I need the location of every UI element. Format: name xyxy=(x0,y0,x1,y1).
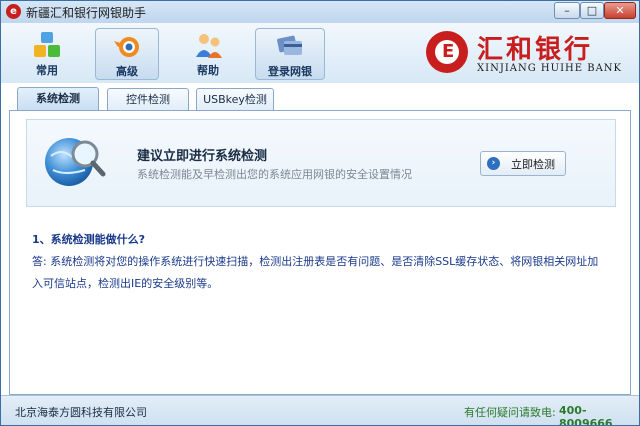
globe-magnifier-icon xyxy=(45,138,106,186)
tab-usbkey-check[interactable]: USBkey检测 xyxy=(196,88,274,110)
toolbar-label: 常用 xyxy=(36,64,58,77)
toolbar-label: 帮助 xyxy=(197,64,219,77)
blocks-icon xyxy=(34,32,60,57)
card-description: 系统检测能及早检测出您的系统应用网银的安全设置情况 xyxy=(137,168,412,181)
faq-answer: 答: 系统检测将对您的操作系统进行快速扫描，检测出注册表是否有问题、是否清除SS… xyxy=(32,255,599,290)
chevron-right-icon: › xyxy=(487,157,500,170)
card-title: 建议立即进行系统检测 xyxy=(137,149,268,164)
bank-name-cn: 汇和银行 xyxy=(477,35,594,65)
app-logo-icon: e xyxy=(6,4,21,19)
hotline-label: 有任何疑问请致电: xyxy=(464,406,556,419)
faq-question: 1、系统检测能做什么? xyxy=(32,233,146,246)
toolbar-help-button[interactable]: 帮助 xyxy=(176,28,240,80)
app-window: e 新疆汇和银行网银助手 – □ ✕ 常用 高级 帮助 登录网银 E 汇和银行 … xyxy=(0,0,640,426)
toolbar-advanced-button[interactable]: 高级 xyxy=(95,28,159,80)
minimize-button[interactable]: – xyxy=(554,2,580,19)
status-bar: 北京海泰方圆科技有限公司 有任何疑问请致电: 400-8009666 xyxy=(1,395,639,426)
check-now-label: 立即检测 xyxy=(511,158,555,171)
tab-bar: 系统检测 控件检测 USBkey检测 xyxy=(1,83,639,111)
tab-system-check[interactable]: 系统检测 xyxy=(17,87,99,111)
tab-content-panel: 建议立即进行系统检测 系统检测能及早检测出您的系统应用网银的安全设置情况 › 立… xyxy=(9,111,631,395)
header-toolbar: 常用 高级 帮助 登录网银 E 汇和银行 XINJIANG HUIHE BANK xyxy=(1,23,639,83)
company-name: 北京海泰方圆科技有限公司 xyxy=(15,406,147,419)
bank-name-en: XINJIANG HUIHE BANK xyxy=(477,63,623,74)
tab-control-check[interactable]: 控件检测 xyxy=(107,88,189,110)
help-person-icon xyxy=(196,34,222,58)
close-button[interactable]: ✕ xyxy=(604,2,636,19)
toolbar-login-button[interactable]: 登录网银 xyxy=(255,28,325,80)
maximize-button[interactable]: □ xyxy=(580,2,604,19)
window-title: 新疆汇和银行网银助手 xyxy=(26,6,147,20)
bank-cards-icon xyxy=(277,35,302,55)
toolbar-label: 高级 xyxy=(116,65,138,78)
toolbar-common-button[interactable]: 常用 xyxy=(15,28,79,80)
title-bar: e 新疆汇和银行网银助手 – □ ✕ xyxy=(1,1,639,24)
bank-logo-icon: E xyxy=(426,31,468,73)
hotline-number: 400-8009666 xyxy=(559,404,613,426)
system-check-card: 建议立即进行系统检测 系统检测能及早检测出您的系统应用网银的安全设置情况 › 立… xyxy=(26,119,616,207)
settings-blender-icon xyxy=(114,37,139,57)
check-now-button[interactable]: › 立即检测 xyxy=(480,151,566,176)
toolbar-label: 登录网银 xyxy=(268,65,312,78)
